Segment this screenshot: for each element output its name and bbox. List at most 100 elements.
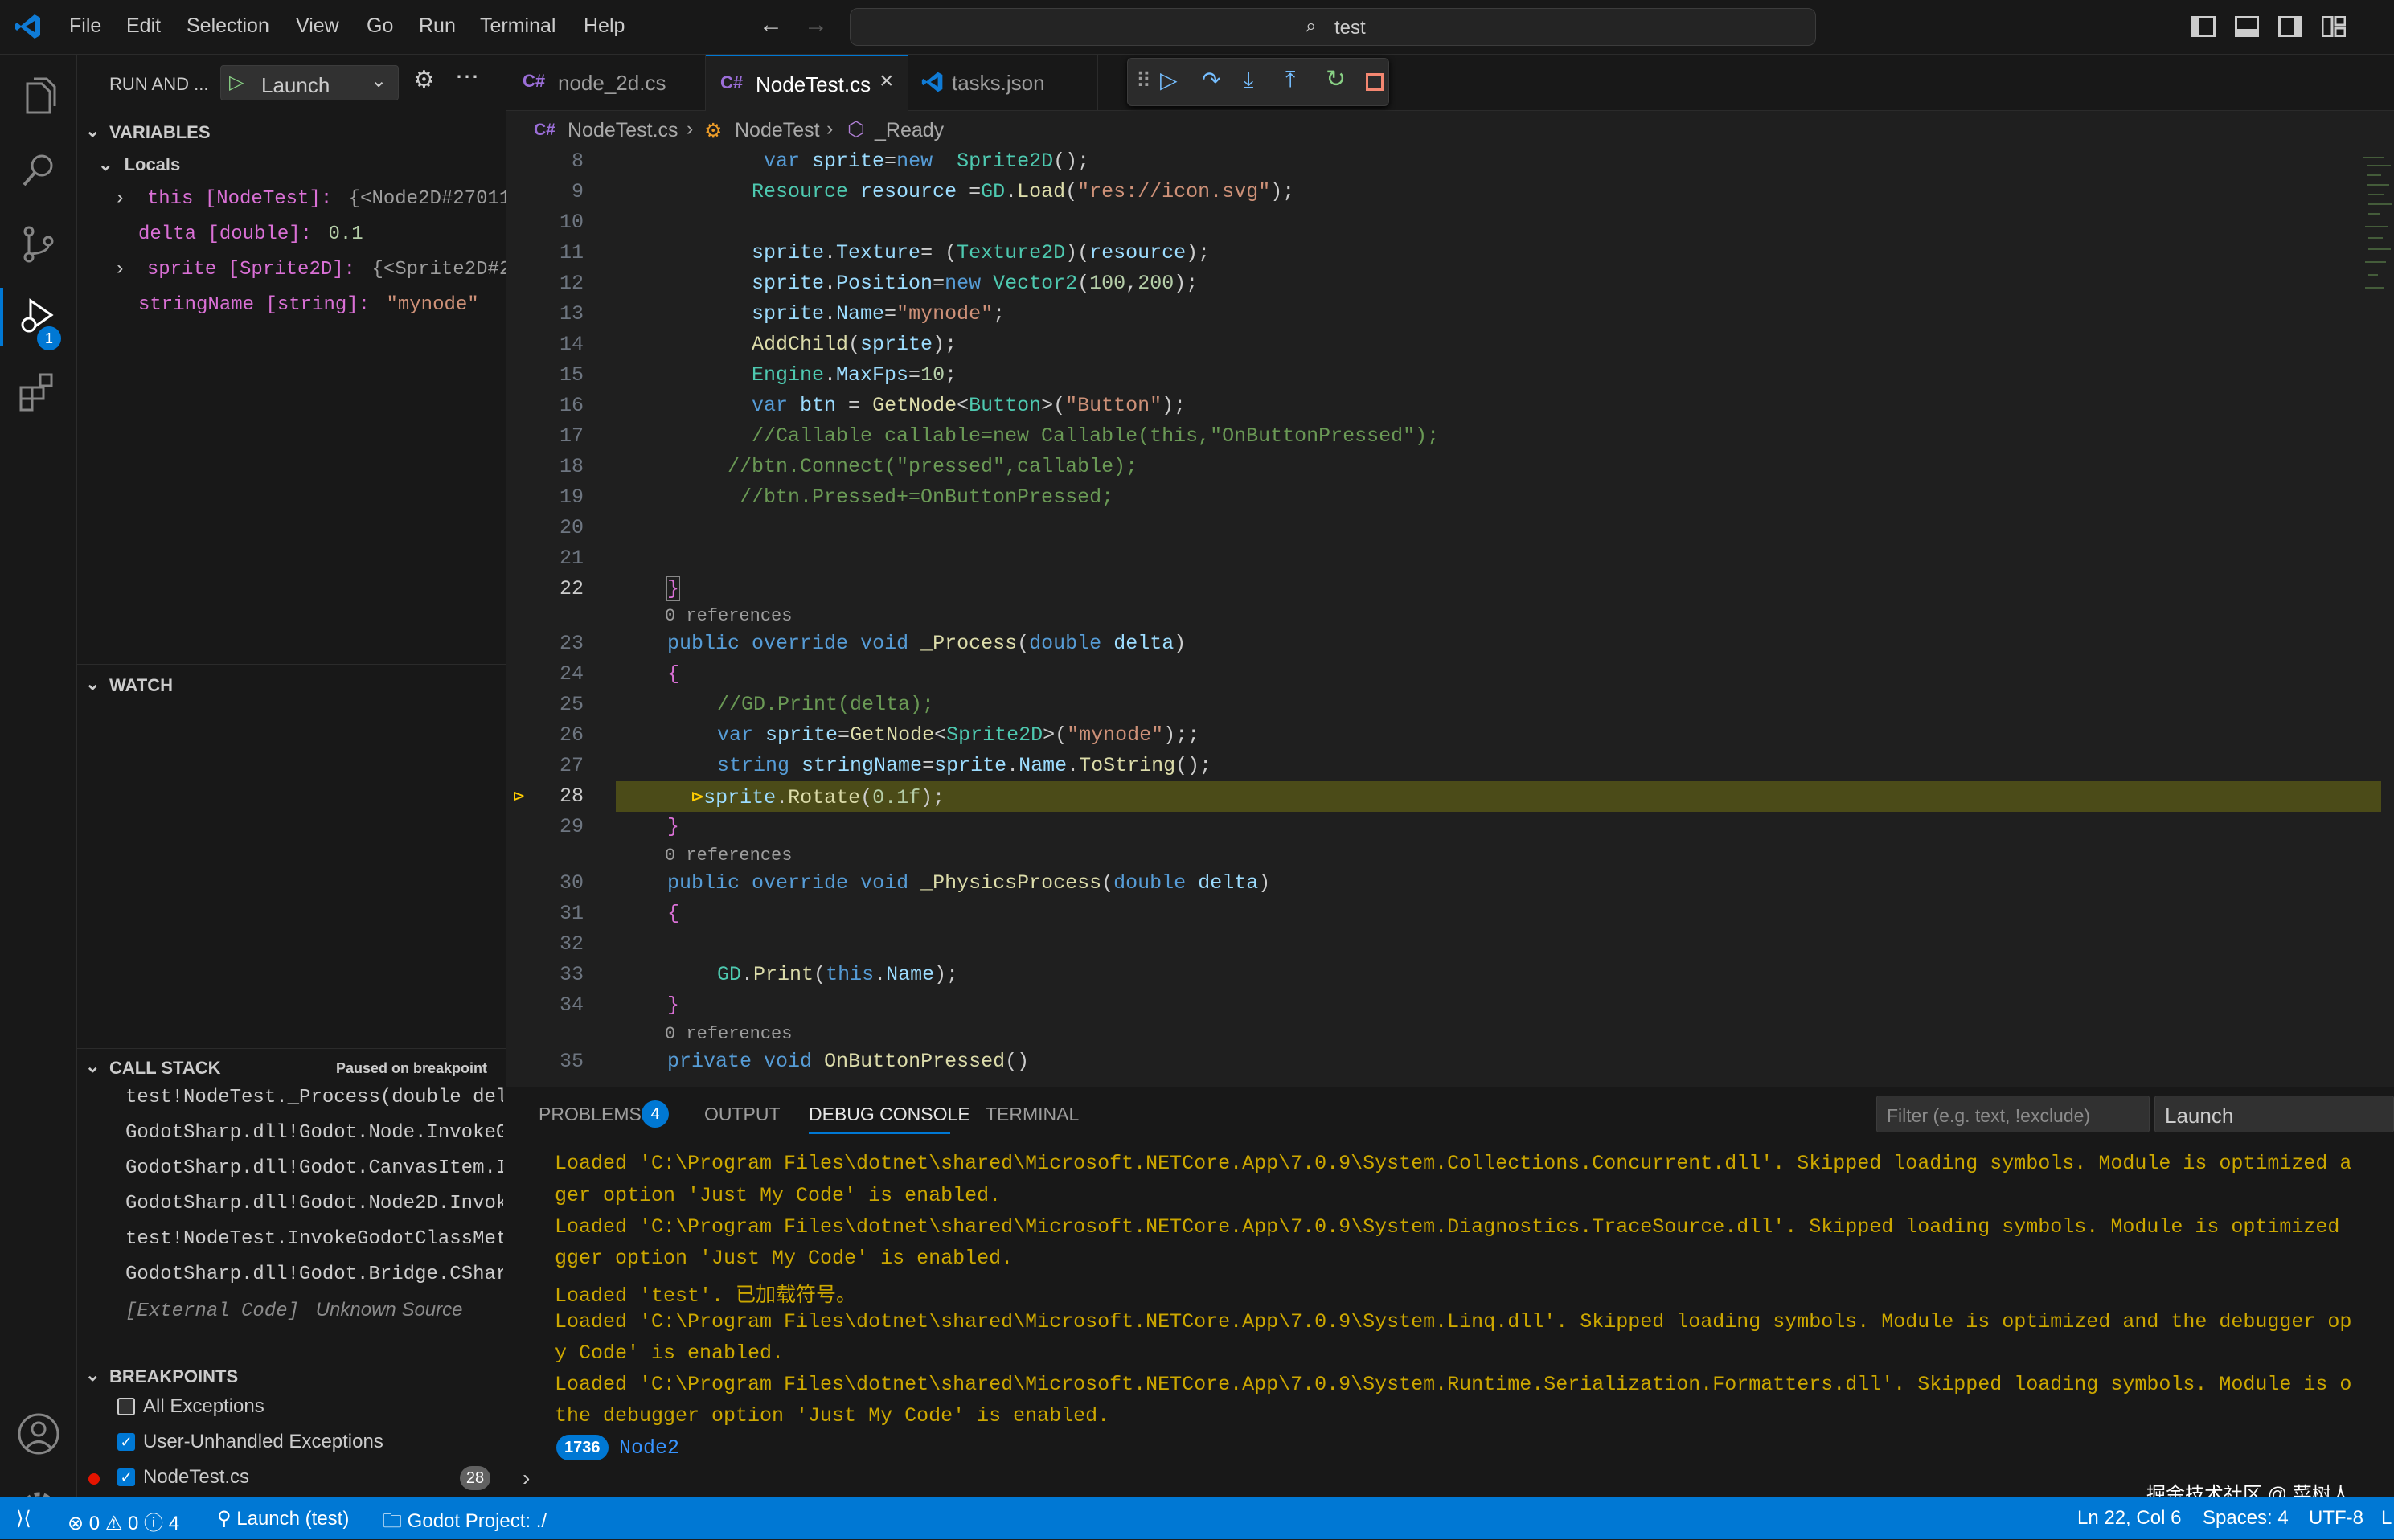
search-icon: ⌕ (1306, 15, 1317, 37)
callstack-section-header[interactable]: ⌄ CALL STACK Paused on breakpoint (77, 1053, 506, 1082)
debug-badge: 1 (37, 326, 61, 350)
encoding[interactable]: UTF-8 (2309, 1507, 2363, 1530)
accounts-icon[interactable] (16, 1411, 61, 1456)
customize-layout-icon[interactable] (2322, 16, 2346, 37)
menu-go[interactable]: Go (367, 14, 393, 38)
console-line: the debugger option 'Just My Code' is en… (555, 1404, 1110, 1427)
variable-row[interactable]: stringName [string]: "mynode" (138, 294, 479, 316)
csharp-icon: C# (534, 121, 555, 139)
watch-section-header[interactable]: ⌄ WATCH (77, 670, 506, 699)
stack-frame[interactable]: GodotSharp.dll!Godot.CanvasItem.I (125, 1157, 503, 1179)
tab-label: NodeTest.cs (756, 72, 871, 96)
divider (77, 664, 506, 665)
launch-config-select[interactable]: ▷ Launch ⌄ (220, 65, 399, 100)
back-arrow-icon[interactable]: ← (759, 11, 783, 39)
breakpoint-nodetest[interactable]: ✓ NodeTest.cs 28 (88, 1466, 498, 1495)
menu-run[interactable]: Run (419, 14, 456, 38)
tab-node-2d[interactable]: C# node_2d.cs (506, 55, 706, 111)
codelens-references[interactable]: 0 references (665, 1024, 792, 1044)
breadcrumb-method[interactable]: _Ready (875, 119, 944, 142)
more-actions-icon[interactable]: ⋯ (455, 63, 479, 91)
toggle-secondary-sidebar-icon[interactable] (2278, 16, 2302, 37)
tab-label: node_2d.cs (558, 71, 666, 95)
source-control-icon[interactable] (16, 222, 61, 267)
command-center-search[interactable]: ⌕ test (850, 8, 1816, 46)
continue-icon[interactable]: ▷ (1160, 67, 1178, 93)
restart-icon[interactable]: ↻ (1326, 65, 1346, 93)
stack-frame[interactable]: test!NodeTest._Process(double del (125, 1087, 503, 1108)
checkbox-checked-icon[interactable]: ✓ (117, 1468, 135, 1486)
search-view-icon[interactable] (16, 148, 61, 193)
checkbox-checked-icon[interactable]: ✓ (117, 1433, 135, 1451)
menu-edit[interactable]: Edit (126, 14, 161, 38)
tab-output[interactable]: OUTPUT (704, 1104, 781, 1125)
variables-section-header[interactable]: ⌄ VARIABLES (77, 117, 506, 146)
menu-view[interactable]: View (296, 14, 339, 38)
external-code-frame[interactable]: [External Code] Unknown Source (125, 1299, 503, 1322)
info-count: 4 (168, 1513, 180, 1534)
stack-frame[interactable]: GodotSharp.dll!Godot.Node2D.Invok (125, 1193, 503, 1214)
variable-row[interactable]: delta [double]: 0.1 (138, 223, 363, 245)
problems-status[interactable]: ⊗ 0 ⚠ 0 ⓘ 4 (68, 1507, 179, 1535)
variable-name: sprite [Sprite2D]: (146, 259, 356, 281)
toggle-panel-icon[interactable] (2235, 16, 2259, 37)
drag-handle-icon[interactable]: ⠿ (1136, 68, 1151, 93)
step-into-icon[interactable]: ⤓ (1244, 67, 1253, 93)
remote-icon[interactable]: ⟩⟨ (16, 1507, 31, 1530)
locals-scope[interactable]: ⌄ Locals (98, 154, 180, 175)
tab-nodetest[interactable]: C# NodeTest.cs × (706, 55, 908, 111)
tab-terminal[interactable]: TERMINAL (986, 1104, 1079, 1125)
code-editor[interactable]: 8 var sprite=new Sprite2D(); 9 Resource … (506, 149, 2394, 1087)
stop-icon[interactable] (1366, 73, 1384, 91)
tab-tasks-json[interactable]: tasks.json (908, 55, 1098, 111)
minimap[interactable] (2360, 149, 2394, 310)
chevron-down-icon: ⌄ (85, 1365, 100, 1385)
variable-name: stringName [string]: (138, 294, 371, 316)
tab-problems[interactable]: PROBLEMS (539, 1104, 642, 1125)
menu-help[interactable]: Help (584, 14, 625, 38)
toggle-primary-sidebar-icon[interactable] (2191, 16, 2216, 37)
menu-file[interactable]: File (69, 14, 101, 38)
menu-selection[interactable]: Selection (187, 14, 269, 38)
indentation[interactable]: Spaces: 4 (2203, 1507, 2289, 1530)
tab-debug-console[interactable]: DEBUG CONSOLE (809, 1104, 970, 1125)
breakpoints-section-header[interactable]: ⌄ BREAKPOINTS (77, 1362, 506, 1391)
explorer-icon[interactable] (16, 74, 61, 119)
checkbox-unchecked[interactable] (117, 1398, 135, 1415)
project-status[interactable]: 🗀 Godot Project: ./ (383, 1507, 547, 1540)
menu-terminal[interactable]: Terminal (480, 14, 555, 38)
search-value: test (1334, 17, 1366, 39)
close-icon[interactable]: × (879, 68, 894, 95)
stack-frame[interactable]: test!NodeTest.InvokeGodotClassMet (125, 1228, 503, 1250)
tab-label: tasks.json (952, 71, 1045, 95)
line-ending[interactable]: L (2381, 1507, 2392, 1530)
forward-arrow-icon[interactable]: → (804, 11, 828, 39)
cursor-position[interactable]: Ln 22, Col 6 (2077, 1507, 2181, 1530)
console-session-select[interactable]: Launch (2154, 1096, 2394, 1132)
console-output-text: Node2 (619, 1436, 680, 1460)
step-over-icon[interactable]: ↷ (1202, 67, 1220, 93)
step-out-icon[interactable]: ⤒ (1285, 67, 1295, 93)
chevron-right-icon: › (826, 117, 834, 140)
stack-frame[interactable]: GodotSharp.dll!Godot.Node.InvokeG (125, 1122, 503, 1144)
codelens-references[interactable]: 0 references (665, 846, 792, 866)
debug-launch-status[interactable]: ⚲ Launch (test) (217, 1507, 349, 1530)
extensions-icon[interactable] (16, 370, 61, 415)
method-icon: ⬡ (847, 118, 865, 141)
session-label: Launch (2165, 1104, 2234, 1128)
variable-row[interactable]: › this [NodeTest]: {<Node2D#27011... (114, 188, 546, 210)
project-label: Godot Project: ./ (407, 1510, 547, 1532)
start-debug-icon[interactable]: ▷ (229, 71, 244, 94)
breadcrumb-class[interactable]: NodeTest (735, 119, 820, 142)
debug-settings-gear-icon[interactable]: ⚙ (413, 66, 435, 94)
breadcrumb-file[interactable]: NodeTest.cs (568, 119, 678, 142)
stack-frame[interactable]: GodotSharp.dll!Godot.Bridge.CShar (125, 1264, 503, 1285)
console-line: Loaded 'C:\Program Files\dotnet\shared\M… (555, 1215, 2340, 1239)
variable-row[interactable]: › sprite [Sprite2D]: {<Sprite2D#2... (114, 259, 546, 281)
console-line: ger option 'Just My Code' is enabled. (555, 1184, 1002, 1207)
console-input[interactable] (551, 1465, 2320, 1493)
codelens-references[interactable]: 0 references (665, 606, 792, 626)
active-indicator (0, 288, 3, 346)
active-tab-underline (809, 1132, 950, 1134)
debug-console-filter[interactable]: Filter (e.g. text, !exclude) (1876, 1096, 2150, 1132)
